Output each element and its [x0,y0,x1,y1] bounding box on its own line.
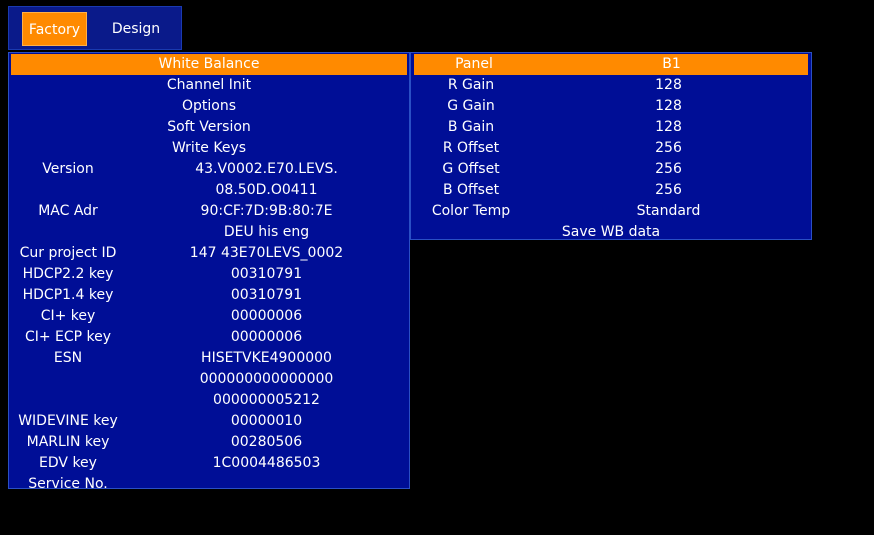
info-row-version-cont: 08.50D.O0411 [9,180,409,201]
tab-bar: Factory Design [8,6,182,50]
wb-row-g-gain[interactable]: G Gain 128 [411,96,811,117]
info-row-esn: ESN HISETVKE4900000 [9,348,409,369]
info-row-widevine: WIDEVINE key 00000010 [9,411,409,432]
wb-value: 256 [655,140,682,156]
info-value: 147 43E70LEVS_0002 [189,245,344,261]
info-row-edv: EDV key 1C0004486503 [9,453,409,474]
menu-item-label: Soft Version [167,119,251,135]
menu-item-label: Options [181,98,237,114]
info-value: 43.V0002.E70.LEVS. [195,161,338,177]
wb-value: 128 [655,98,682,114]
info-row-ci-key: CI+ key 00000006 [9,306,409,327]
wb-value: 128 [655,77,682,93]
info-row-project-id: Cur project ID 147 43E70LEVS_0002 [9,243,409,264]
menu-item-white-balance[interactable]: White Balance [11,54,407,75]
wb-label: Color Temp [431,203,511,219]
info-label: HDCP1.4 key [22,287,114,303]
wb-value: 128 [655,119,682,135]
wb-row-b-offset[interactable]: B Offset 256 [411,180,811,201]
menu-item-channel-init[interactable]: Channel Init [9,75,409,96]
info-value: 00310791 [230,266,303,282]
white-balance-panel: Panel B1 R Gain 128 G Gain 128 B Gain 128 R … [410,52,812,240]
wb-label: Panel [455,56,493,72]
menu-item-label: White Balance [158,56,260,72]
tab-design[interactable]: Design [101,12,171,46]
wb-row-r-gain[interactable]: R Gain 128 [411,75,811,96]
menu-item-label: Write Keys [171,140,247,156]
info-label: Service No. [28,476,108,492]
info-row-version: Version 43.V0002.E70.LEVS. [9,159,409,180]
info-label: MARLIN key [26,434,110,450]
info-row-ci-ecp-key: CI+ ECP key 00000006 [9,327,409,348]
info-row-hdcp14: HDCP1.4 key 00310791 [9,285,409,306]
info-value: 08.50D.O0411 [215,182,318,198]
wb-row-r-offset[interactable]: R Offset 256 [411,138,811,159]
info-row-languages: DEU his eng [9,222,409,243]
info-label: HDCP2.2 key [22,266,114,282]
menu-item-write-keys[interactable]: Write Keys [9,138,409,159]
info-row-esn-cont-1: 000000000000000 [9,369,409,390]
info-value: 00280506 [230,434,303,450]
wb-row-color-temp[interactable]: Color Temp Standard [411,201,811,222]
info-value: 000000000000000 [199,371,334,387]
info-value: 00000010 [230,413,303,429]
info-label: CI+ ECP key [24,329,112,345]
info-row-esn-cont-2: 000000005212 [9,390,409,411]
info-label: EDV key [39,455,97,471]
wb-label: B Offset [442,182,500,198]
info-label: WIDEVINE key [18,413,118,429]
info-label: Cur project ID [19,245,117,261]
info-label: ESN [53,350,83,366]
menu-item-soft-version[interactable]: Soft Version [9,117,409,138]
wb-label: R Gain [447,77,495,93]
wb-label: G Gain [447,98,495,114]
wb-row-b-gain[interactable]: B Gain 128 [411,117,811,138]
tab-factory[interactable]: Factory [22,12,87,46]
info-value: DEU his eng [223,224,310,240]
wb-value: B1 [662,56,681,72]
info-value: 00000006 [230,308,303,324]
info-value: 00000006 [230,329,303,345]
wb-label: B Gain [447,119,495,135]
info-row-service-no: Service No. [9,474,409,495]
info-value: HISETVKE4900000 [201,350,332,366]
info-label: Version [42,161,94,177]
info-row-marlin: MARLIN key 00280506 [9,432,409,453]
wb-value: Standard [636,203,701,219]
wb-value: 256 [655,182,682,198]
menu-item-label: Channel Init [166,77,252,93]
save-wb-data-label: Save WB data [561,224,661,240]
wb-row-panel[interactable]: Panel B1 [414,54,808,75]
info-row-hdcp22: HDCP2.2 key 00310791 [9,264,409,285]
factory-menu-panel: White Balance Channel Init Options Soft … [8,52,410,492]
info-value: 000000005212 [213,392,320,408]
info-label: CI+ key [40,308,96,324]
wb-value: 256 [655,161,682,177]
info-value: 90:CF:7D:9B:80:7E [200,203,333,219]
menu-item-options[interactable]: Options [9,96,409,117]
wb-row-g-offset[interactable]: G Offset 256 [411,159,811,180]
info-value: 00310791 [230,287,303,303]
save-wb-data-button[interactable]: Save WB data [411,222,811,243]
wb-label: R Offset [442,140,500,156]
info-value: 1C0004486503 [212,455,321,471]
wb-label: G Offset [442,161,500,177]
info-label: MAC Adr [38,203,98,219]
info-row-mac: MAC Adr 90:CF:7D:9B:80:7E [9,201,409,222]
